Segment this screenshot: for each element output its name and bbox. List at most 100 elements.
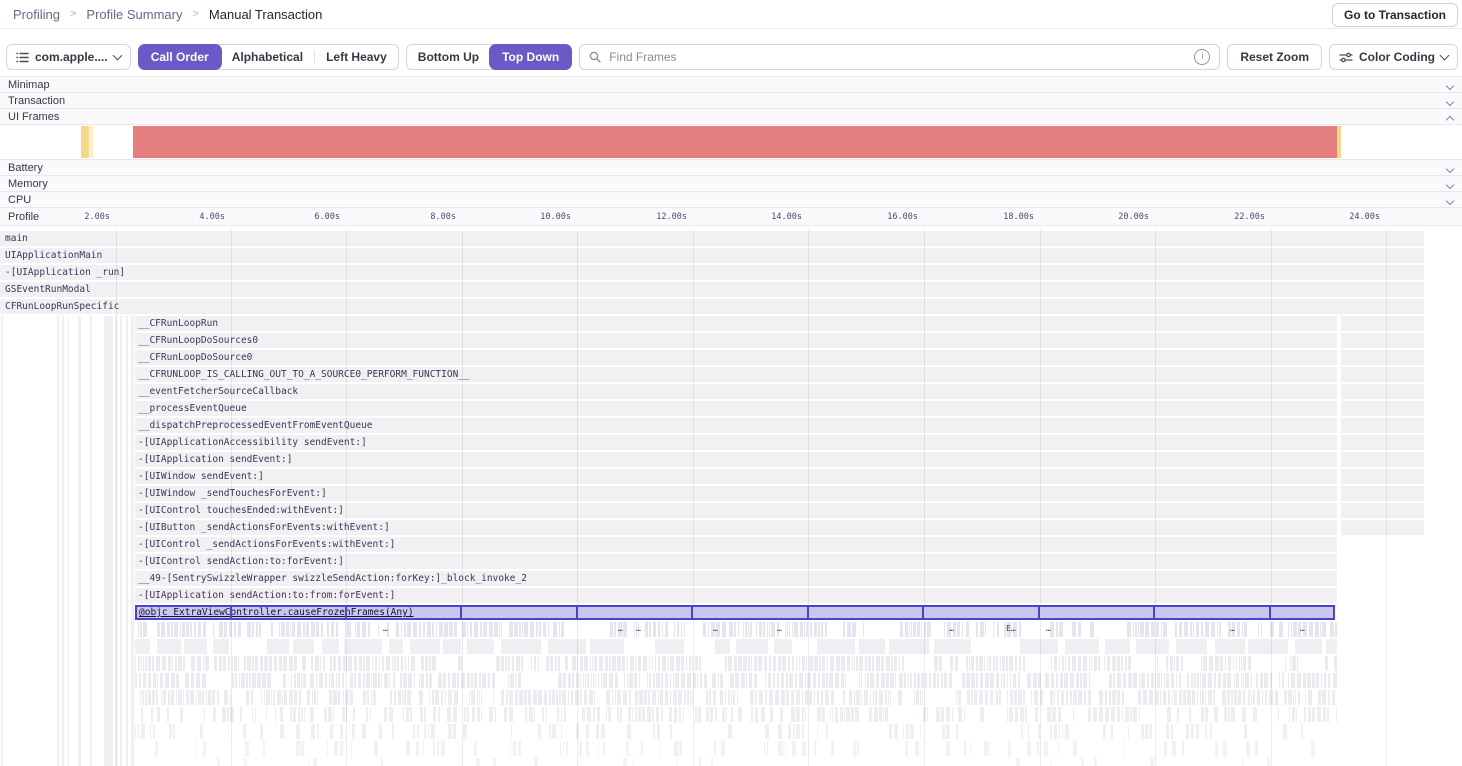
go-to-transaction-button[interactable]: Go to Transaction (1332, 3, 1458, 27)
flame-texture-frame[interactable] (1233, 656, 1234, 671)
flame-texture-frame[interactable] (171, 622, 173, 637)
flame-texture-frame[interactable] (997, 622, 999, 637)
flame-texture-frame[interactable] (609, 656, 611, 671)
flame-texture-frame[interactable] (203, 656, 204, 671)
flame-texture-frame[interactable] (788, 724, 791, 739)
flame-texture-frame[interactable] (467, 622, 468, 637)
flame-texture-frame[interactable] (1194, 673, 1196, 688)
flame-texture-frame[interactable] (1308, 690, 1312, 705)
flame-texture-frame[interactable] (748, 622, 749, 637)
flame-texture-frame[interactable] (587, 707, 591, 722)
flame-texture-frame[interactable] (183, 690, 184, 705)
flame-texture-frame[interactable] (952, 707, 953, 722)
flame-texture-frame[interactable] (979, 690, 983, 705)
flame-texture-frame[interactable] (792, 622, 793, 637)
flame-texture-frame[interactable] (594, 690, 595, 705)
flame-texture-frame[interactable] (325, 673, 327, 688)
flame-texture-frame[interactable] (329, 673, 330, 688)
flame-texture-frame[interactable] (939, 656, 942, 671)
flame-texture-frame[interactable] (354, 673, 356, 688)
flame-frame[interactable] (1341, 503, 1424, 518)
flame-texture-frame[interactable] (474, 673, 477, 688)
flame-texture-frame[interactable] (844, 707, 845, 722)
flame-texture-frame[interactable] (852, 622, 856, 637)
flame-texture-frame[interactable] (846, 707, 850, 722)
flame-texture-frame[interactable] (1251, 673, 1252, 688)
flame-texture-frame[interactable] (966, 673, 970, 688)
flame-texture-frame[interactable] (1223, 741, 1227, 756)
flame-texture-frame[interactable] (941, 673, 943, 688)
flame-texture-frame[interactable] (738, 707, 742, 722)
flame-texture-frame[interactable] (474, 741, 477, 756)
flame-texture-frame[interactable] (895, 673, 896, 688)
flame-texture-frame[interactable] (327, 622, 329, 637)
flame-texture-frame[interactable] (1288, 622, 1289, 637)
flame-texture-frame[interactable] (1133, 707, 1137, 722)
flame-texture-frame[interactable] (1151, 673, 1154, 688)
flame-texture-frame[interactable] (1208, 673, 1212, 688)
flame-texture-frame[interactable] (424, 707, 426, 722)
flame-texture-frame[interactable] (402, 690, 403, 705)
flame-texture-frame[interactable] (477, 690, 478, 705)
flame-texture-frame[interactable] (311, 656, 313, 671)
flame-texture-frame[interactable] (294, 690, 297, 705)
flame-texture-frame[interactable] (1305, 690, 1306, 705)
flame-texture-frame[interactable] (583, 673, 584, 688)
flame-texture-frame[interactable] (674, 622, 675, 637)
flame-texture-frame[interactable] (599, 656, 603, 671)
flame-texture-frame[interactable] (227, 707, 229, 722)
flame-texture-frame[interactable] (1136, 639, 1169, 654)
flame-texture-frame[interactable] (183, 656, 185, 671)
flame-texture-frame[interactable] (260, 656, 263, 671)
flame-frame[interactable] (1341, 452, 1424, 467)
flame-texture-frame[interactable] (171, 690, 174, 705)
flame-texture-frame[interactable] (483, 622, 487, 637)
flame-texture-frame[interactable] (275, 707, 276, 722)
flame-texture-frame[interactable] (869, 707, 872, 722)
flame-texture-frame[interactable] (202, 690, 204, 705)
flame-texture-frame[interactable] (791, 707, 795, 722)
flame-texture-frame[interactable] (1246, 741, 1250, 756)
flame-texture-frame[interactable] (1177, 707, 1179, 722)
flame-texture-frame[interactable] (638, 707, 641, 722)
flame-texture-frame[interactable] (765, 673, 766, 688)
flame-texture-frame[interactable] (421, 656, 424, 671)
flame-texture-frame[interactable] (461, 673, 465, 688)
flamegraph-canvas[interactable]: mainUIApplicationMain-[UIApplication _ru… (0, 230, 1462, 766)
flame-texture-frame[interactable] (463, 724, 467, 739)
flame-texture-frame[interactable] (543, 622, 546, 637)
flame-texture-frame[interactable] (425, 656, 428, 671)
flame-texture-frame[interactable] (984, 656, 985, 671)
flame-texture-frame[interactable] (153, 724, 155, 739)
flame-texture-frame[interactable] (413, 724, 415, 739)
flame-texture-frame[interactable] (156, 690, 158, 705)
flame-texture-frame[interactable] (510, 741, 511, 756)
flame-texture-frame[interactable] (1248, 690, 1250, 705)
flame-texture-frame[interactable] (1291, 622, 1292, 637)
flame-texture-frame[interactable] (773, 656, 776, 671)
flame-texture-frame[interactable] (338, 656, 341, 671)
flame-texture-frame[interactable] (280, 707, 283, 722)
flame-texture-frame[interactable] (298, 707, 300, 722)
flame-texture-frame[interactable] (553, 622, 557, 637)
flame-frame[interactable]: -[UIApplication _run] (0, 265, 1424, 280)
flame-texture-frame[interactable] (586, 741, 589, 756)
flame-texture-frame[interactable] (393, 673, 395, 688)
flame-texture-frame[interactable] (1028, 724, 1029, 739)
flame-texture-frame[interactable] (579, 741, 582, 756)
flame-texture-frame[interactable] (197, 656, 201, 671)
flame-texture-frame[interactable] (512, 656, 514, 671)
flame-texture-frame[interactable] (559, 622, 560, 637)
flame-texture-frame[interactable] (358, 673, 361, 688)
flame-frame[interactable]: -[UIApplication sendAction:to:from:forEv… (135, 588, 1337, 603)
flame-texture-frame[interactable] (805, 673, 806, 688)
flame-texture-frame[interactable] (368, 622, 370, 637)
flame-texture-frame[interactable] (813, 673, 816, 688)
flame-texture-frame[interactable] (1334, 656, 1337, 671)
flame-texture-frame[interactable] (563, 673, 566, 688)
flame-texture-frame[interactable] (1166, 656, 1168, 671)
flame-texture-frame[interactable] (392, 724, 394, 739)
flame-texture-frame[interactable] (980, 673, 983, 688)
flame-texture-frame[interactable] (971, 673, 975, 688)
flame-texture-frame[interactable] (814, 656, 818, 671)
